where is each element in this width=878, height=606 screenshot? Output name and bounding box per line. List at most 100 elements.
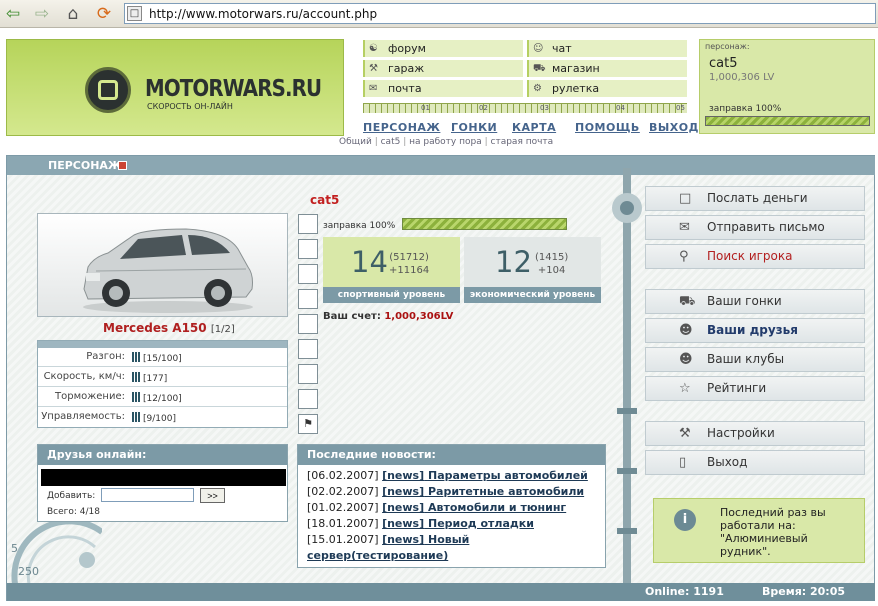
item-slot[interactable]	[298, 314, 318, 334]
send-money-button[interactable]: □ Послать деньги	[645, 186, 865, 211]
add-friend-label: Добавить:	[47, 491, 96, 501]
collapse-icon[interactable]	[118, 161, 127, 170]
news-link[interactable]: сервер(тестирование)	[307, 549, 448, 562]
stat-value: [177]	[132, 372, 167, 384]
logout-button[interactable]: ▯ Выход	[645, 450, 865, 475]
gauge-label: 5	[11, 542, 18, 555]
player-name[interactable]: cat5	[709, 56, 737, 71]
econ-caption: экономический уровень	[464, 287, 601, 303]
send-letter-button[interactable]: ✉ Отправить письмо	[645, 215, 865, 240]
home-icon[interactable]: ⌂	[62, 3, 84, 25]
stat-value: [15/100]	[132, 352, 182, 364]
friends-title: Друзья онлайн:	[38, 445, 287, 465]
site-logo[interactable]: MOTORWARS.RU СКОРОСТЬ ОН-ЛАЙН	[6, 39, 344, 136]
chat-icon: ☺	[533, 43, 544, 54]
add-friend-button[interactable]: >>	[200, 488, 225, 503]
mail-icon: ✉	[369, 83, 378, 94]
car-model: Mercedes A150	[103, 321, 207, 335]
item-slot[interactable]	[298, 239, 318, 259]
header-ruler	[363, 103, 687, 113]
menu-garage[interactable]: ⚒ гараж	[363, 60, 523, 77]
refresh-icon[interactable]: ⟳	[93, 3, 115, 25]
browser-toolbar: ⇦ ⇨ ⌂ ⟳ □ http://www.motorwars.ru/accoun…	[0, 0, 878, 28]
stat-label: Разгон:	[86, 351, 125, 362]
nav-races[interactable]: ГОНКИ	[451, 121, 497, 134]
car-name: Mercedes A150 [1/2]	[103, 321, 235, 335]
car-index[interactable]: [1/2]	[211, 324, 235, 335]
car-icon: ⛟	[533, 63, 546, 74]
news-link[interactable]: [news] Параметры автомобилей	[382, 469, 588, 482]
find-player-button[interactable]: ⚲ Поиск игрока	[645, 244, 865, 269]
stat-bar-icon	[132, 372, 140, 382]
news-link[interactable]: [news] Раритетные автомобили	[382, 485, 584, 498]
friends-total: Всего: 4/18	[47, 507, 100, 517]
menu-chat[interactable]: ☺ чат	[527, 40, 687, 57]
subnav-general[interactable]: Общий	[339, 137, 372, 147]
car-image[interactable]	[76, 227, 256, 313]
logo-emblem-icon	[85, 67, 131, 113]
server-time: Время: 20:05	[762, 585, 846, 598]
flag-icon[interactable]: ⚑	[298, 414, 318, 434]
stat-bar-icon	[132, 392, 140, 402]
your-friends-button[interactable]: ☻ Ваши друзья	[645, 318, 865, 343]
online-count: Online: 1191	[645, 585, 724, 598]
news-link[interactable]: [news] Новый	[382, 533, 469, 546]
account-balance: Ваш счет: 1,000,306LV	[323, 311, 454, 322]
your-clubs-button[interactable]: ☻ Ваши клубы	[645, 347, 865, 372]
friends-icon: ☻	[679, 323, 693, 338]
stat-label: Управляемость:	[41, 411, 125, 422]
stat-bar-icon	[132, 412, 140, 422]
item-slot[interactable]	[298, 289, 318, 309]
nav-character[interactable]: ПЕРСОНАЖ	[363, 121, 440, 134]
econ-points: (1415) +104	[535, 252, 569, 276]
fuel-progress-bar	[402, 218, 567, 230]
item-slot[interactable]	[298, 339, 318, 359]
nav-exit[interactable]: ВЫХОД	[649, 121, 699, 134]
logo-tagline: СКОРОСТЬ ОН-ЛАЙН	[147, 102, 233, 111]
nav-help[interactable]: ПОМОЩЬ	[575, 121, 640, 134]
forward-arrow-icon[interactable]: ⇨	[31, 3, 53, 25]
friends-list	[41, 469, 286, 486]
back-arrow-icon[interactable]: ⇦	[2, 3, 24, 25]
news-link[interactable]: [news] Период отладки	[382, 517, 534, 530]
item-slot[interactable]	[298, 214, 318, 234]
table-row: Скорость, км/ч: [177]	[38, 368, 287, 387]
list-item: сервер(тестирование)	[307, 548, 448, 564]
roulette-icon: ⚙	[533, 83, 542, 94]
fuel-bar	[705, 116, 870, 126]
ratings-button[interactable]: ☆ Рейтинги	[645, 376, 865, 401]
list-item: [18.01.2007] [news] Период отладки	[307, 517, 534, 530]
last-work-notice: i Последний раз вы работали на: "Алюмини…	[653, 498, 865, 563]
stat-value: [9/100]	[132, 412, 176, 424]
account-value: 1,000,306LV	[384, 311, 454, 322]
nav-map[interactable]: КАРТА	[512, 121, 556, 134]
item-slot[interactable]	[298, 264, 318, 284]
stat-label: Торможение:	[55, 391, 125, 402]
table-row: Торможение: [12/100]	[38, 388, 287, 407]
add-friend-input[interactable]	[101, 488, 194, 502]
address-bar[interactable]: □ http://www.motorwars.ru/account.php	[124, 3, 876, 24]
econ-level: 12	[495, 245, 532, 279]
news-link[interactable]: [news] Автомобили и тюнинг	[382, 501, 566, 514]
menu-forum[interactable]: ☯ форум	[363, 40, 523, 57]
menu-shop[interactable]: ⛟ магазин	[527, 60, 687, 77]
menu-roulette[interactable]: ⚙ рулетка	[527, 80, 687, 97]
gauge-label: 250	[18, 565, 39, 578]
status-footer: Online: 1191 Время: 20:05	[7, 583, 875, 601]
item-slot[interactable]	[298, 389, 318, 409]
item-slot[interactable]	[298, 364, 318, 384]
subnav-old-mail[interactable]: старая почта	[491, 137, 554, 147]
econ-level-card: 12 (1415) +104 экономический уровень	[464, 237, 601, 303]
ruler-tick: 05	[676, 104, 685, 112]
menu-mail[interactable]: ✉ почта	[363, 80, 523, 97]
settings-button[interactable]: ⚒ Настройки	[645, 421, 865, 446]
letter-icon: ✉	[679, 220, 690, 235]
stat-value: [12/100]	[132, 392, 182, 404]
subnav-work[interactable]: на работу пора	[409, 137, 482, 147]
info-icon: i	[674, 509, 696, 531]
list-item: [02.02.2007] [news] Раритетные автомобил…	[307, 485, 585, 498]
subnav-cat5[interactable]: cat5	[381, 137, 401, 147]
address-url[interactable]: http://www.motorwars.ru/account.php	[149, 7, 377, 21]
your-races-button[interactable]: ⛟ Ваши гонки	[645, 289, 865, 314]
sport-points: (51712) +11164	[389, 252, 430, 276]
